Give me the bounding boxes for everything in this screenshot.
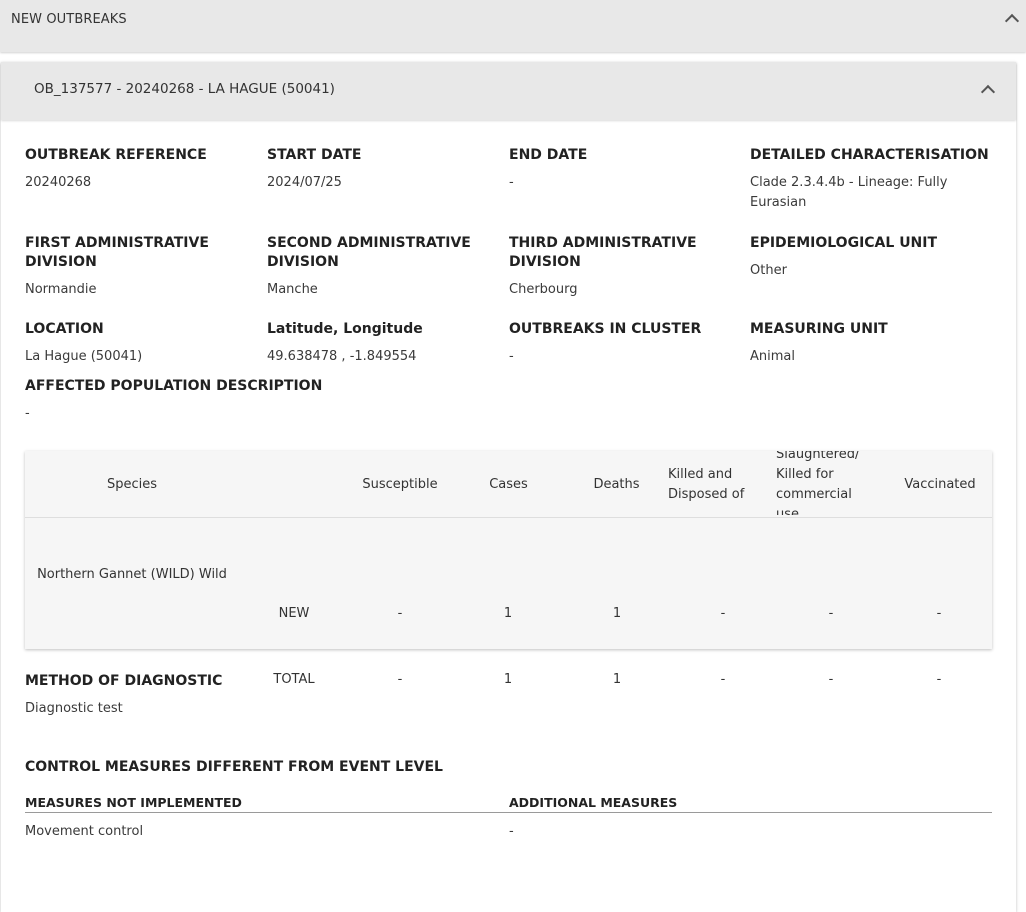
additional-measures-header: ADDITIONAL MEASURES (509, 795, 678, 810)
field-value: 20240268 (25, 175, 92, 190)
measures-not-implemented-header: MEASURES NOT IMPLEMENTED (25, 795, 242, 810)
field-label: OUTBREAKS IN CLUSTER (509, 321, 702, 337)
outbreak-panel-header[interactable]: OB_137577 - 20240268 - LA HAGUE (50041) (1, 62, 1016, 120)
cell-susceptible: - (397, 606, 403, 621)
outbreak-panel: OB_137577 - 20240268 - LA HAGUE (50041) … (1, 62, 1016, 912)
field-label: SECOND ADMINISTRATIVE DIVISION (267, 235, 471, 270)
field-label: DETAILED CHARACTERISATION (750, 147, 989, 163)
field-outbreaks-in-cluster: OUTBREAKS IN CLUSTER - (509, 320, 739, 367)
field-label: END DATE (509, 147, 588, 163)
measures-not-implemented-value: Movement control (25, 824, 144, 839)
outbreak-title: OB_137577 - 20240268 - LA HAGUE (50041) (34, 81, 335, 97)
field-value: - (509, 349, 514, 364)
chevron-up-icon[interactable] (1004, 13, 1020, 29)
cell-vaccinated: - (936, 672, 942, 687)
cell-slaughtered: - (828, 672, 834, 687)
field-label: FIRST ADMINISTRATIVE DIVISION (25, 235, 209, 270)
field-third-admin-division: THIRD ADMINISTRATIVE DIVISION Cherbourg (509, 234, 724, 300)
cell-cases: 1 (503, 606, 513, 621)
field-label: AFFECTED POPULATION DESCRIPTION (25, 378, 323, 394)
field-label: MEASURING UNIT (750, 321, 888, 337)
header-cases: Cases (489, 477, 528, 492)
field-value: 49.638478 , -1.849554 (267, 349, 417, 364)
species-table: Species Susceptible Cases Deaths Killed … (25, 451, 992, 687)
field-affected-population: AFFECTED POPULATION DESCRIPTION - (25, 377, 425, 424)
field-label: OUTBREAK REFERENCE (25, 147, 207, 163)
cell-deaths: 1 (612, 672, 622, 687)
header-deaths: Deaths (593, 477, 640, 492)
field-value: Other (750, 263, 787, 278)
field-value: Normandie (25, 282, 97, 297)
chevron-up-icon[interactable] (980, 84, 996, 100)
field-end-date: END DATE - (509, 146, 739, 193)
header-divider (25, 517, 992, 518)
field-second-admin-division: SECOND ADMINISTRATIVE DIVISION Manche (267, 234, 492, 300)
field-method-of-diagnostic: METHOD OF DIAGNOSTIC Diagnostic test (25, 672, 425, 719)
cell-deaths: 1 (612, 606, 622, 621)
header-susceptible: Susceptible (362, 477, 438, 492)
field-lat-long: Latitude, Longitude 49.638478 , -1.84955… (267, 320, 497, 367)
field-value: Cherbourg (509, 282, 578, 297)
field-value: Clade 2.3.4.4b - Lineage: Fully Eurasian (750, 175, 948, 210)
cell-slaughtered: - (828, 606, 834, 621)
header-vaccinated: Vaccinated (904, 477, 976, 492)
additional-measures-value: - (509, 824, 514, 839)
field-label: START DATE (267, 147, 362, 163)
header-killed: Killed and Disposed of (668, 467, 745, 502)
control-divider (25, 812, 992, 813)
field-label: METHOD OF DIAGNOSTIC (25, 673, 223, 689)
field-value: - (25, 406, 30, 421)
field-outbreak-reference: OUTBREAK REFERENCE 20240268 (25, 146, 255, 193)
header-slaughtered-clip: Slaughtered/ Killed for commercial use (776, 451, 876, 515)
field-value: - (509, 175, 514, 190)
field-value: 2024/07/25 (267, 175, 342, 190)
row-label-new: NEW (278, 606, 310, 621)
cell-cases: 1 (503, 672, 513, 687)
field-first-admin-division: FIRST ADMINISTRATIVE DIVISION Normandie (25, 234, 240, 300)
field-label: Latitude, Longitude (267, 321, 423, 337)
cell-killed: - (720, 672, 726, 687)
field-detailed-characterisation: DETAILED CHARACTERISATION Clade 2.3.4.4b… (750, 146, 1000, 213)
field-value: Manche (267, 282, 318, 297)
species-name: Northern Gannet (WILD) Wild (37, 567, 227, 582)
field-label: THIRD ADMINISTRATIVE DIVISION (509, 235, 697, 270)
field-label: EPIDEMIOLOGICAL UNIT (750, 235, 938, 251)
section-title: NEW OUTBREAKS (11, 12, 127, 27)
field-measuring-unit: MEASURING UNIT Animal (750, 320, 980, 367)
field-label: LOCATION (25, 321, 104, 337)
header-species: Species (106, 477, 158, 492)
header-slaughtered: Slaughtered/ Killed for commercial use (776, 451, 860, 515)
cell-killed: - (720, 606, 726, 621)
field-start-date: START DATE 2024/07/25 (267, 146, 497, 193)
field-value: Diagnostic test (25, 701, 123, 716)
control-measures-title: CONTROL MEASURES DIFFERENT FROM EVENT LE… (25, 759, 443, 775)
field-value: La Hague (50041) (25, 349, 143, 364)
field-epidemiological-unit: EPIDEMIOLOGICAL UNIT Other (750, 234, 1000, 281)
cell-vaccinated: - (936, 606, 942, 621)
field-value: Animal (750, 349, 795, 364)
new-outbreaks-header[interactable]: NEW OUTBREAKS (0, 0, 1026, 52)
field-location: LOCATION La Hague (50041) (25, 320, 255, 367)
